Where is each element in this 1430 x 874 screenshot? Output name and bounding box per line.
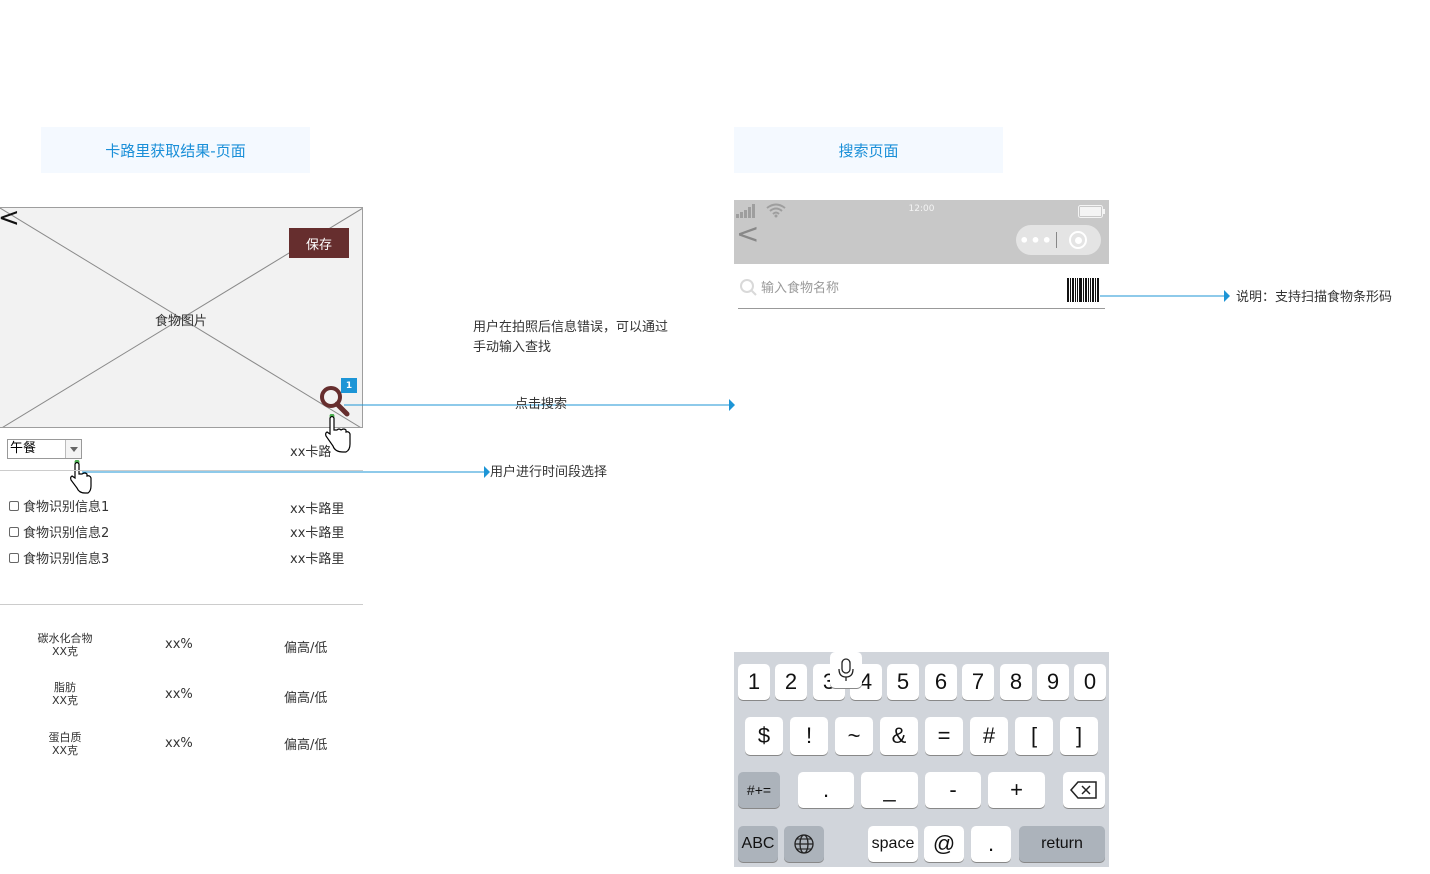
key-5[interactable]: 5	[887, 664, 919, 700]
key-7[interactable]: 7	[962, 664, 994, 700]
chevron-left-icon[interactable]: <	[736, 220, 759, 248]
search-bar[interactable]	[738, 277, 1105, 309]
abc-key[interactable]: ABC	[738, 826, 778, 862]
nutrient-amount: XX克	[51, 645, 79, 658]
key-0[interactable]: 0	[1074, 664, 1106, 700]
food-item-name: 食物识别信息2	[23, 526, 110, 541]
key-hyphen[interactable]: -	[925, 772, 981, 808]
battery-icon	[1078, 205, 1105, 218]
key-ampersand[interactable]: &	[880, 717, 918, 755]
key-hash[interactable]: #	[970, 717, 1008, 755]
key-exclamation[interactable]: !	[790, 717, 828, 755]
globe-icon	[794, 834, 814, 854]
food-item-checkbox[interactable]: 食物识别信息1	[9, 496, 109, 515]
nutrient-amount: XX克	[51, 694, 79, 707]
key-plus[interactable]: +	[988, 772, 1045, 808]
globe-key[interactable]	[784, 826, 824, 862]
annotation-barcode-note: 说明：支持扫描食物条形码	[1236, 290, 1393, 305]
chevron-left-icon[interactable]: <	[0, 205, 20, 231]
key-left-bracket[interactable]: [	[1015, 717, 1053, 755]
nutrient-name: 蛋白质 XX克	[30, 731, 100, 757]
food-item-name: 食物识别信息1	[23, 500, 110, 515]
food-item-name: 食物识别信息3	[23, 552, 110, 567]
key-dot[interactable]: .	[971, 826, 1011, 862]
hand-cursor-icon	[70, 460, 92, 494]
chevron-down-icon[interactable]	[65, 440, 81, 458]
nutrient-level: 偏高/低	[284, 691, 328, 706]
food-item-checkbox[interactable]: 食物识别信息2	[9, 522, 109, 541]
total-kcal: xx卡路	[290, 445, 332, 460]
divider	[0, 470, 363, 471]
annotation-error-note: 用户在拍照后信息错误，可以通过手动输入查找	[473, 320, 669, 355]
barcode-icon[interactable]	[1067, 278, 1100, 302]
space-key[interactable]: space	[868, 826, 918, 862]
save-button[interactable]: 保存	[289, 228, 349, 258]
nutrient-label: 碳水化合物	[37, 632, 93, 645]
key-6[interactable]: 6	[925, 664, 957, 700]
virtual-keyboard: 1 2 3 4 5 6 7 8 9 0 $ ! ~ & = # [ ] #+= …	[734, 652, 1109, 867]
nutrient-level: 偏高/低	[284, 738, 328, 753]
food-image-label: 食物图片	[154, 314, 207, 329]
search-icon	[740, 279, 757, 296]
annotation-time-note: 用户进行时间段选择	[490, 465, 608, 480]
key-period[interactable]: .	[798, 772, 854, 808]
search-input[interactable]	[761, 278, 1061, 298]
key-underscore[interactable]: _	[861, 772, 918, 808]
right-page-title-text: 搜索页面	[838, 141, 899, 160]
checkbox[interactable]	[9, 526, 19, 537]
food-item-kcal: xx卡路里	[290, 502, 345, 517]
key-equals[interactable]: =	[925, 717, 963, 755]
nutrient-percent: xx%	[165, 637, 193, 652]
checkbox[interactable]	[9, 552, 19, 563]
divider	[0, 604, 363, 605]
backspace-icon	[1070, 781, 1097, 799]
microphone-icon	[838, 658, 854, 681]
target-dot	[1074, 236, 1082, 244]
key-2[interactable]: 2	[775, 664, 807, 700]
food-item-kcal: xx卡路里	[290, 552, 345, 567]
target-icon[interactable]	[1069, 231, 1087, 249]
step-badge: 1	[341, 378, 357, 393]
food-item-checkbox[interactable]: 食物识别信息3	[9, 548, 109, 567]
nutrient-level: 偏高/低	[284, 641, 328, 656]
meal-select-value: 午餐	[10, 441, 37, 456]
status-time: 12:00	[908, 204, 935, 214]
key-1[interactable]: 1	[738, 664, 770, 700]
more-dots-icon[interactable]: •••	[1016, 231, 1056, 250]
key-tilde[interactable]: ~	[835, 717, 873, 755]
key-dollar[interactable]: $	[745, 717, 783, 755]
annotation-search-note: 点击搜索	[515, 397, 568, 412]
nutrient-name: 脂肪 XX克	[30, 681, 100, 707]
key-at[interactable]: @	[924, 826, 964, 862]
return-key[interactable]: return	[1019, 826, 1105, 862]
nutrient-label: 脂肪	[54, 681, 76, 694]
meal-time-select[interactable]: 午餐	[7, 439, 82, 459]
nutrient-label: 蛋白质	[48, 731, 82, 744]
left-page-title: 卡路里获取结果-页面	[41, 127, 310, 173]
key-right-bracket[interactable]: ]	[1060, 717, 1098, 755]
food-item-kcal: xx卡路里	[290, 526, 345, 541]
key-9[interactable]: 9	[1037, 664, 1069, 700]
key-8[interactable]: 8	[1000, 664, 1032, 700]
symbols-toggle-key[interactable]: #+=	[738, 772, 780, 808]
nutrient-name: 碳水化合物 XX克	[30, 632, 100, 658]
checkbox[interactable]	[9, 500, 19, 511]
left-page-title-text: 卡路里获取结果-页面	[105, 141, 246, 160]
microphone-key[interactable]	[830, 652, 862, 688]
mini-program-capsule[interactable]: •••	[1016, 225, 1101, 255]
phone-header: 12:00 < •••	[734, 200, 1109, 264]
nutrient-percent: xx%	[165, 687, 193, 702]
backspace-key[interactable]	[1063, 772, 1105, 808]
nutrient-percent: xx%	[165, 736, 193, 751]
right-page-title: 搜索页面	[734, 127, 1003, 173]
nutrient-amount: XX克	[51, 744, 79, 757]
capsule-separator	[1056, 232, 1057, 248]
